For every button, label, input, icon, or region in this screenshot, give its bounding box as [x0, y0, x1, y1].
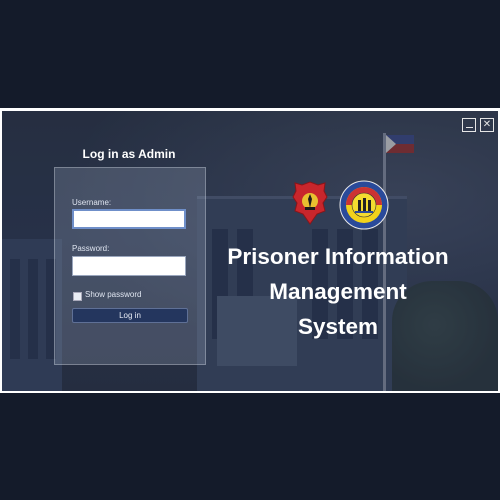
application-window: ✕ Log in as Admin Username: Password: Sh… [0, 108, 500, 393]
minimize-icon[interactable] [462, 118, 476, 132]
show-password-checkbox[interactable] [73, 292, 82, 301]
login-panel: Username: Password: Show password Log in [54, 167, 206, 365]
login-title: Log in as Admin [82, 147, 176, 161]
password-field[interactable] [72, 256, 186, 276]
password-label: Password: [72, 244, 110, 253]
login-button[interactable]: Log in [72, 308, 188, 323]
app-title-line-2: Management [269, 279, 407, 304]
app-title-line-3: System [297, 314, 379, 339]
bureau-seal-icon [339, 180, 389, 230]
app-content: ✕ Log in as Admin Username: Password: Sh… [2, 111, 498, 391]
username-label: Username: [72, 198, 112, 207]
close-icon[interactable]: ✕ [480, 118, 494, 132]
show-password-label: Show password [85, 290, 142, 299]
username-field[interactable] [72, 209, 186, 229]
app-title-line-1: Prisoner Information [227, 244, 449, 269]
app-title: Prisoner Information Management System [207, 239, 469, 344]
police-badge-icon [292, 181, 328, 225]
